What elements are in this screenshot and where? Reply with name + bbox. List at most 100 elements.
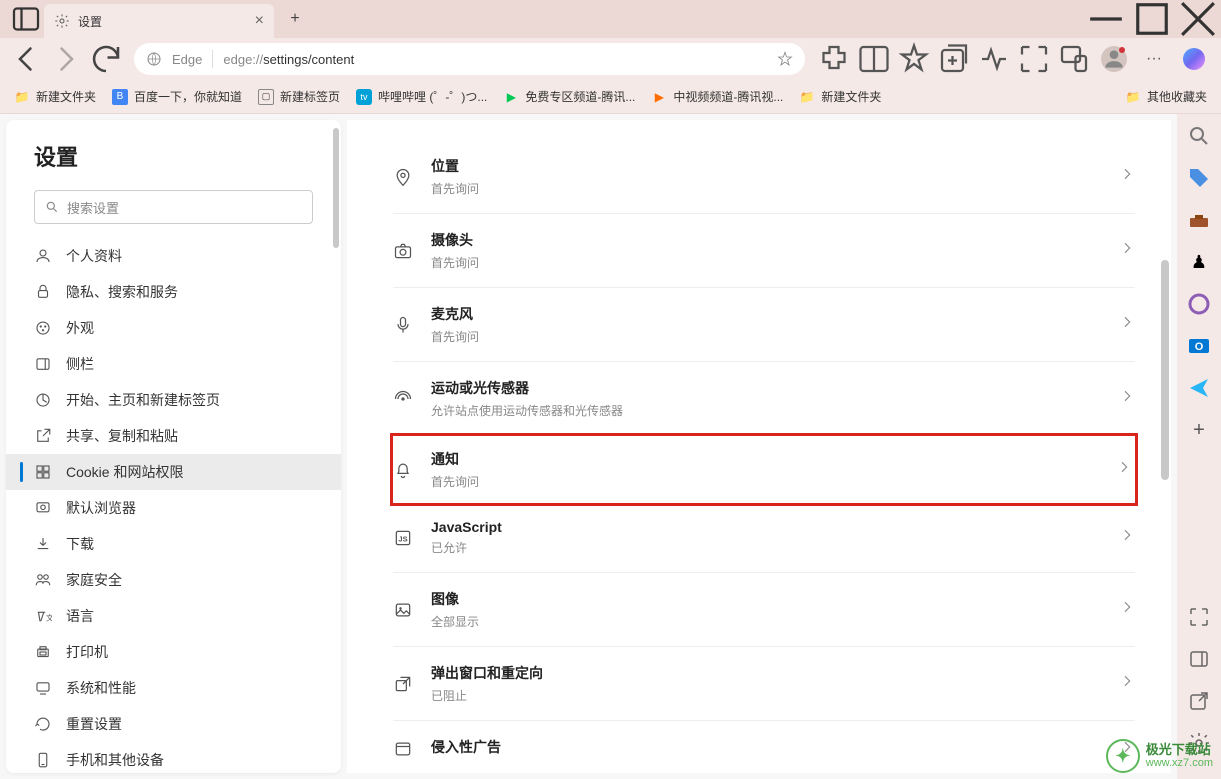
setting-subtitle: 已阻止: [431, 687, 1101, 704]
sidebar-item[interactable]: 侧栏: [6, 346, 341, 382]
tab-actions-button[interactable]: [8, 1, 44, 37]
extensions-icon[interactable]: [815, 41, 853, 77]
split-screen-icon[interactable]: [855, 41, 893, 77]
office-icon[interactable]: [1187, 292, 1211, 316]
favorite-icon[interactable]: [777, 51, 793, 67]
hide-sidebar-icon[interactable]: [1187, 647, 1211, 671]
toolbar: Edge edge://settings/content ···: [0, 38, 1221, 80]
minimize-button[interactable]: [1083, 0, 1129, 38]
tools-icon[interactable]: [1187, 208, 1211, 232]
maximize-button[interactable]: [1129, 0, 1175, 38]
search-icon: [45, 200, 59, 214]
nav-label: 个人资料: [66, 246, 122, 266]
scrollbar[interactable]: [333, 128, 339, 248]
setting-icon: [393, 389, 413, 409]
sidebar-item[interactable]: 重置设置: [6, 706, 341, 742]
address-bar[interactable]: Edge edge://settings/content: [134, 43, 805, 75]
screenshot-icon[interactable]: [1015, 41, 1053, 77]
sidebar-item[interactable]: 手机和其他设备: [6, 742, 341, 773]
setting-row[interactable]: 位置 首先询问: [393, 140, 1135, 214]
external-icon[interactable]: [1187, 689, 1211, 713]
bookmark-item[interactable]: 📁新建文件夹: [799, 88, 881, 105]
sidebar-item[interactable]: 隐私、搜索和服务: [6, 274, 341, 310]
sidebar-item[interactable]: 系统和性能: [6, 670, 341, 706]
nav-label: 系统和性能: [66, 678, 136, 698]
nav-icon: [34, 319, 52, 337]
nav-label: 家庭安全: [66, 570, 122, 590]
sidebar-item[interactable]: 打印机: [6, 634, 341, 670]
setting-text: 摄像头 首先询问: [431, 230, 1101, 271]
nav-icon: [34, 247, 52, 265]
nav-icon: [34, 751, 52, 769]
sidebar-item[interactable]: 默认浏览器: [6, 490, 341, 526]
sidebar-item[interactable]: 外观: [6, 310, 341, 346]
setting-row[interactable]: 麦克风 首先询问: [393, 288, 1135, 362]
bookmark-item[interactable]: ▶免费专区频道-腾讯...: [503, 88, 635, 105]
send-icon[interactable]: [1187, 376, 1211, 400]
folder-icon: 📁: [799, 89, 815, 105]
setting-row[interactable]: 弹出窗口和重定向 已阻止: [393, 647, 1135, 721]
scrollbar[interactable]: [1161, 260, 1169, 480]
settings-title: 设置: [6, 140, 341, 190]
search-input[interactable]: 搜索设置: [34, 190, 313, 224]
setting-text: 图像 全部显示: [431, 589, 1101, 630]
sidebar-item[interactable]: 家庭安全: [6, 562, 341, 598]
setting-row[interactable]: JS JavaScript 已允许: [393, 503, 1135, 573]
customize-icon[interactable]: [1187, 605, 1211, 629]
chevron-right-icon: [1119, 673, 1135, 694]
setting-row[interactable]: 侵入性广告: [393, 721, 1135, 773]
browser-tab[interactable]: 设置 ×: [44, 4, 274, 38]
bookmarks-bar: 📁新建文件夹 B百度一下，你就知道 ▢新建标签页 tv哔哩哔哩 (゜-゜)つ..…: [0, 80, 1221, 114]
performance-icon[interactable]: [975, 41, 1013, 77]
bilibili-icon: tv: [356, 89, 372, 105]
sidebar-item[interactable]: 共享、复制和粘贴: [6, 418, 341, 454]
setting-row[interactable]: 运动或光传感器 允许站点使用运动传感器和光传感器: [393, 362, 1135, 436]
close-window-button[interactable]: [1175, 0, 1221, 38]
bookmark-item[interactable]: ▶中视频频道-腾讯视...: [651, 88, 783, 105]
setting-icon: [393, 167, 413, 187]
sidebar-item[interactable]: 文语言: [6, 598, 341, 634]
menu-icon[interactable]: ···: [1135, 41, 1173, 77]
other-bookmarks[interactable]: 📁其他收藏夹: [1125, 88, 1207, 105]
sidebar-item[interactable]: Cookie 和网站权限: [6, 454, 341, 490]
sidebar-item[interactable]: 个人资料: [6, 238, 341, 274]
chevron-right-icon: [1119, 599, 1135, 620]
nav-icon: [34, 679, 52, 697]
back-button[interactable]: [8, 41, 44, 77]
nav-label: 开始、主页和新建标签页: [66, 390, 220, 410]
setting-subtitle: 已允许: [431, 539, 1101, 556]
bookmark-item[interactable]: B百度一下，你就知道: [112, 88, 242, 105]
close-icon[interactable]: ×: [255, 12, 264, 30]
games-icon[interactable]: ♟: [1187, 250, 1211, 274]
chevron-right-icon: [1119, 240, 1135, 261]
setting-title: 位置: [431, 156, 1101, 176]
forward-button[interactable]: [48, 41, 84, 77]
sidebar-item[interactable]: 开始、主页和新建标签页: [6, 382, 341, 418]
setting-icon: [393, 241, 413, 261]
profile-icon[interactable]: [1095, 41, 1133, 77]
outlook-icon[interactable]: O: [1187, 334, 1211, 358]
folder-icon: 📁: [14, 89, 30, 105]
bookmark-item[interactable]: tv哔哩哔哩 (゜-゜)つ...: [356, 88, 487, 105]
gear-icon: [54, 13, 70, 29]
setting-row[interactable]: 摄像头 首先询问: [393, 214, 1135, 288]
nav-label: 共享、复制和粘贴: [66, 426, 178, 446]
favorites-icon[interactable]: [895, 41, 933, 77]
send-to-device-icon[interactable]: [1055, 41, 1093, 77]
collections-icon[interactable]: [935, 41, 973, 77]
new-tab-button[interactable]: +: [280, 4, 310, 34]
bookmark-item[interactable]: 📁新建文件夹: [14, 88, 96, 105]
setting-row[interactable]: 图像 全部显示: [393, 573, 1135, 647]
page-icon: ▢: [258, 89, 274, 105]
setting-row[interactable]: 通知 首先询问: [390, 433, 1138, 506]
bookmark-item[interactable]: ▢新建标签页: [258, 88, 340, 105]
add-icon[interactable]: +: [1187, 418, 1211, 442]
shopping-tag-icon[interactable]: [1187, 166, 1211, 190]
refresh-button[interactable]: [88, 41, 124, 77]
setting-title: JavaScript: [431, 519, 1101, 535]
sidebar-item[interactable]: 下载: [6, 526, 341, 562]
chevron-right-icon: [1116, 459, 1132, 480]
search-icon[interactable]: [1187, 124, 1211, 148]
setting-icon: [393, 460, 413, 480]
copilot-icon[interactable]: [1175, 41, 1213, 77]
